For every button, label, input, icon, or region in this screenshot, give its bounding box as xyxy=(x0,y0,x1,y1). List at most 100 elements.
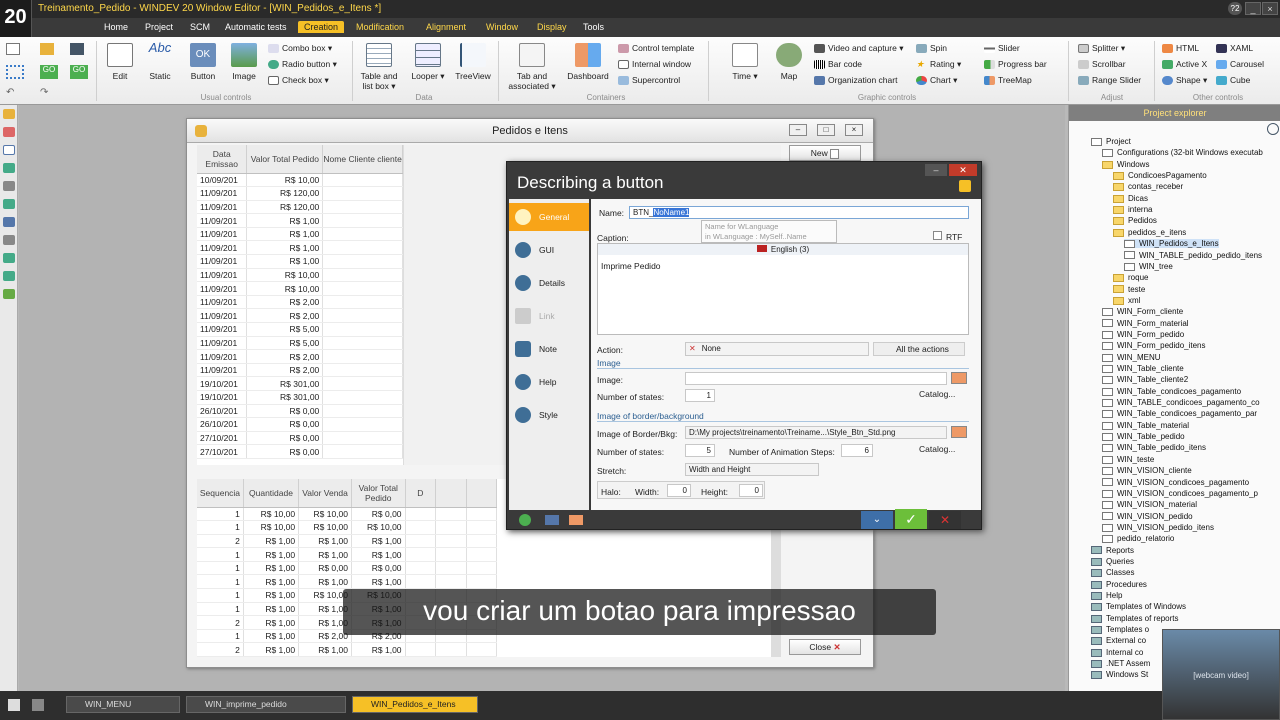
order-row[interactable]: 11/09/201 R$ 2,00 xyxy=(197,308,403,324)
time-button[interactable]: Time ▾ xyxy=(730,43,760,81)
all-actions-button[interactable]: All the actions xyxy=(873,342,965,356)
check-box-button[interactable]: Check box ▾ xyxy=(268,75,329,86)
tree-item[interactable]: WIN_Form_pedido_itens xyxy=(1102,341,1205,350)
close-button[interactable]: × xyxy=(1262,2,1278,15)
order-row[interactable]: 27/10/201 R$ 0,00 xyxy=(197,444,403,459)
col-data-emissao[interactable]: Data Emissao xyxy=(197,145,248,174)
menu-icon[interactable] xyxy=(8,699,20,711)
tree-item[interactable]: teste xyxy=(1113,285,1145,294)
col-valor-venda[interactable]: Valor Venda xyxy=(298,479,352,508)
image-catalog-button[interactable]: Catalog... xyxy=(897,388,965,402)
form-minimize-button[interactable]: – xyxy=(789,124,807,136)
tree-item[interactable]: WIN_tree xyxy=(1124,262,1173,271)
tree-item[interactable]: WIN_Table_condicoes_pagamento xyxy=(1102,387,1241,396)
halo-height-input[interactable]: 0 xyxy=(739,484,763,497)
menu-scm[interactable]: SCM xyxy=(184,21,216,33)
tool-icon-7[interactable] xyxy=(3,235,15,245)
action-select[interactable]: ✕ None xyxy=(685,342,869,356)
col-d[interactable]: D xyxy=(405,479,437,508)
xaml-button[interactable]: XAML xyxy=(1216,43,1253,54)
tree-item[interactable]: Project xyxy=(1091,137,1131,146)
dashboard-button[interactable]: Dashboard xyxy=(564,43,612,81)
halo-width-input[interactable]: 0 xyxy=(667,484,691,497)
chart-button[interactable]: Chart ▾ xyxy=(916,75,957,86)
go-project-icon[interactable]: GO xyxy=(70,65,88,79)
order-row[interactable]: 11/09/201 R$ 1,00 xyxy=(197,254,403,269)
tree-item[interactable]: WIN_Table_pedido xyxy=(1102,432,1185,441)
expand-button[interactable]: ⌄ xyxy=(861,511,893,529)
animation-steps-input[interactable]: 6 xyxy=(841,444,873,457)
tree-item[interactable]: WIN_VISION_pedido_itens xyxy=(1102,523,1214,532)
lock-icon[interactable] xyxy=(959,180,971,192)
tool-icon-6[interactable] xyxy=(3,217,15,227)
tree-item[interactable]: Templates of reports xyxy=(1091,614,1178,623)
tool-icon-8[interactable] xyxy=(3,253,15,263)
scrollbar-button[interactable]: Scrollbar xyxy=(1078,59,1126,70)
cancel-button[interactable]: ✕ xyxy=(929,511,961,529)
tree-item[interactable]: Templates o xyxy=(1091,625,1149,634)
order-row[interactable]: 26/10/201 R$ 0,00 xyxy=(197,417,403,432)
static-button[interactable]: Abc Static xyxy=(144,41,176,81)
tree-item[interactable]: WIN_Table_cliente2 xyxy=(1102,375,1188,384)
tree-item[interactable]: WIN_VISION_cliente xyxy=(1102,466,1192,475)
organization-chart-button[interactable]: Organization chart xyxy=(814,75,897,86)
activex-button[interactable]: Active X xyxy=(1162,59,1207,70)
tree-item[interactable]: WIN_VISION_condicoes_pagamento_p xyxy=(1102,489,1258,498)
progress-bar-button[interactable]: Progress bar xyxy=(984,59,1047,70)
tab-style[interactable]: Style xyxy=(509,401,589,429)
supercontrol-button[interactable]: Supercontrol xyxy=(618,75,680,86)
tree-item[interactable]: Reports xyxy=(1091,546,1134,555)
menu-display[interactable]: Display xyxy=(531,21,573,33)
item-row[interactable]: 1 R$ 10,00 R$ 10,00 R$ 0,00 xyxy=(197,507,497,522)
button-description-dialog[interactable]: Describing a button – ✕ General GUI Deta… xyxy=(506,161,982,530)
item-row[interactable]: 1R$ 1,00R$ 1,00R$ 1,00 xyxy=(197,547,497,562)
tab-gui[interactable]: GUI xyxy=(509,236,589,264)
close-form-button[interactable]: Close ✕ xyxy=(789,639,861,655)
tree-item[interactable]: Classes xyxy=(1091,568,1134,577)
tool-icon-9[interactable] xyxy=(3,271,15,281)
ok-button[interactable]: ✓ xyxy=(895,509,927,529)
internal-window-button[interactable]: Internal window xyxy=(618,59,691,70)
tree-item[interactable]: Dicas xyxy=(1113,194,1148,203)
tool-icon-1[interactable] xyxy=(3,127,15,137)
order-row[interactable]: 27/10/201 R$ 0,00 xyxy=(197,431,403,446)
form-maximize-button[interactable]: □ xyxy=(817,124,835,136)
minimize-button[interactable]: _ xyxy=(1245,2,1261,15)
rtf-checkbox[interactable] xyxy=(933,231,942,240)
item-row[interactable]: 1 R$ 10,00 R$ 10,00 R$ 10,00 xyxy=(197,520,497,535)
tree-item[interactable]: contas_receber xyxy=(1113,182,1183,191)
menu-home[interactable]: Home xyxy=(98,21,134,33)
tab-help[interactable]: Help xyxy=(509,368,589,396)
language-icon[interactable] xyxy=(569,515,583,525)
tree-item[interactable]: Queries xyxy=(1091,557,1134,566)
language-tab[interactable]: English (3) xyxy=(598,244,968,255)
tree-item[interactable]: pedido_relatorio xyxy=(1102,534,1174,543)
treemap-button[interactable]: TreeMap xyxy=(984,75,1032,86)
tree-item[interactable]: CondicoesPagamento xyxy=(1113,171,1207,180)
tab-and-associated-button[interactable]: Tab and associated ▾ xyxy=(508,43,556,91)
tool-icon-2[interactable] xyxy=(3,145,15,155)
tree-item[interactable]: Help xyxy=(1091,591,1122,600)
tree-item[interactable]: WIN_VISION_pedido xyxy=(1102,512,1193,521)
table-and-list-box-button[interactable]: Table and list box ▾ xyxy=(356,43,402,91)
item-row[interactable]: 1 R$ 1,00 R$ 0,00 R$ 0,00 xyxy=(197,561,497,576)
tree-item[interactable]: interna xyxy=(1113,205,1152,214)
tree-item[interactable]: pedidos_e_itens xyxy=(1113,228,1186,237)
item-row[interactable]: 2R$ 1,00R$ 1,00R$ 1,00 xyxy=(197,534,497,549)
menu-tools[interactable]: Tools xyxy=(577,21,610,33)
border-states-input[interactable]: 5 xyxy=(685,444,715,457)
tree-item[interactable]: Pedidos xyxy=(1113,216,1157,225)
order-row[interactable]: 11/09/201 R$ 10,00 xyxy=(197,281,403,296)
nav-icon[interactable] xyxy=(32,699,44,711)
tree-item[interactable]: Templates of Windows xyxy=(1091,602,1186,611)
tree-item[interactable]: WIN_Table_material xyxy=(1102,421,1189,430)
order-row[interactable]: 26/10/201 R$ 0,00 xyxy=(197,404,403,419)
tree-item[interactable]: Windows xyxy=(1102,160,1149,169)
tool-icon-4[interactable] xyxy=(3,181,15,191)
new-button[interactable]: New xyxy=(789,145,861,161)
image-input[interactable] xyxy=(685,372,947,385)
tab-link[interactable]: Link xyxy=(509,302,589,330)
order-row[interactable]: 11/09/201 R$ 2,00 xyxy=(197,349,403,364)
tree-item[interactable]: WIN_TABLE_pedido_pedido_itens xyxy=(1124,251,1262,260)
tab-general[interactable]: General xyxy=(509,203,589,231)
